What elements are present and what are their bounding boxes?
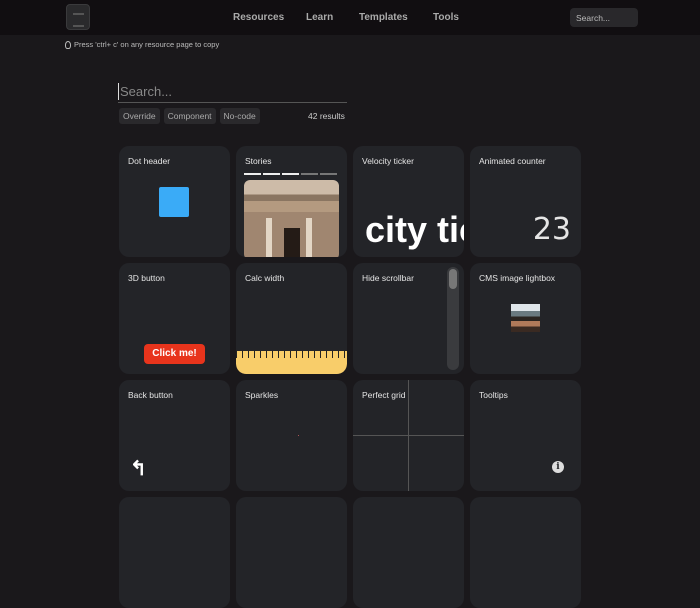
nav-resources[interactable]: Resources (233, 12, 284, 23)
card-title: Back button (128, 390, 173, 400)
nav-templates[interactable]: Templates (359, 12, 408, 23)
card-3d-button[interactable]: 3D button Click me! (119, 263, 230, 374)
card-stories[interactable]: Stories (236, 146, 347, 257)
thumbnail-image[interactable] (511, 304, 540, 332)
card-title: Velocity ticker (362, 156, 414, 166)
results-count: 42 results (308, 111, 345, 121)
card-hide-scrollbar[interactable]: Hide scrollbar (353, 263, 464, 374)
blue-square (159, 187, 189, 217)
ruler (236, 351, 347, 374)
card-title: Perfect grid (362, 390, 406, 400)
card-partial[interactable] (236, 497, 347, 608)
card-title: 3D button (128, 273, 165, 283)
card-cms-image-lightbox[interactable]: CMS image lightbox (470, 263, 581, 374)
tip-text: Press 'ctrl+ c' on any resource page to … (74, 40, 220, 49)
nav-learn[interactable]: Learn (306, 12, 333, 23)
card-title: Hide scrollbar (362, 273, 414, 283)
header-search-input[interactable]: Search... (570, 8, 638, 27)
story-image (244, 180, 339, 257)
filter-component[interactable]: Component (163, 108, 216, 124)
ticker-text: city tic (365, 209, 464, 250)
story-progress (244, 173, 337, 175)
card-tooltips[interactable]: Tooltips i (470, 380, 581, 491)
logo-icon[interactable] (66, 4, 90, 30)
card-title: Calc width (245, 273, 285, 283)
card-title: Tooltips (479, 390, 508, 400)
card-animated-counter[interactable]: Animated counter 23 (470, 146, 581, 257)
card-calc-width[interactable]: Calc width (236, 263, 347, 374)
sparkle-dot (298, 435, 299, 436)
click-me-button[interactable]: Click me! (144, 344, 205, 364)
card-title: CMS image lightbox (479, 273, 556, 283)
counter-value: 23 (532, 212, 571, 247)
card-partial[interactable] (470, 497, 581, 608)
card-velocity-ticker[interactable]: Velocity ticker city tic (353, 146, 464, 257)
card-title: Animated counter (479, 156, 546, 166)
copy-tip: Press 'ctrl+ c' on any resource page to … (65, 40, 219, 49)
card-perfect-grid[interactable]: Perfect grid (353, 380, 464, 491)
card-dot-header[interactable]: Dot header (119, 146, 230, 257)
scrollbar-thumb[interactable] (449, 269, 457, 289)
scrollbar-track[interactable] (447, 267, 459, 370)
nav-tools[interactable]: Tools (433, 12, 459, 23)
card-partial[interactable] (353, 497, 464, 608)
filter-no-code[interactable]: No-code (219, 108, 260, 124)
lightbulb-icon (65, 40, 71, 49)
card-partial[interactable] (119, 497, 230, 608)
search-input[interactable]: Search... (118, 82, 347, 103)
info-icon[interactable]: i (552, 461, 564, 473)
card-title: Dot header (128, 156, 171, 166)
back-arrow-icon[interactable]: ↰ (130, 456, 147, 481)
card-title: Stories (245, 156, 272, 166)
grid-line-horizontal (353, 435, 464, 436)
filter-override[interactable]: Override (119, 108, 160, 124)
card-sparkles[interactable]: Sparkles (236, 380, 347, 491)
card-title: Sparkles (245, 390, 279, 400)
top-nav: Resources Learn Templates Tools Search..… (0, 0, 700, 35)
card-back-button[interactable]: Back button ↰ (119, 380, 230, 491)
